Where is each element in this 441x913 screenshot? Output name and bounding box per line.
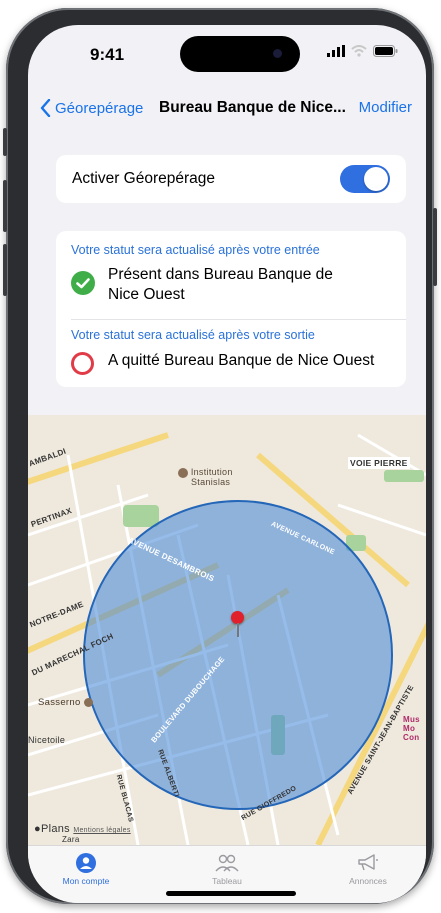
legal-link[interactable]: Mentions légales bbox=[73, 827, 130, 834]
phone-frame: 9:41 Géorepérage Bureau Banque de Nice..… bbox=[3, 8, 437, 904]
plans-label: Plans bbox=[40, 823, 70, 835]
back-label: Géorepérage bbox=[55, 99, 144, 117]
geofence-toggle-label: Activer Géorepérage bbox=[72, 170, 216, 187]
map-label-museum: Mus Mo Con bbox=[403, 715, 420, 742]
tab-label-mon-compte: Mon compte bbox=[62, 876, 110, 886]
map-label-voie-pierre: VOIE PIERRE bbox=[348, 457, 410, 469]
geofence-toggle-switch[interactable] bbox=[340, 165, 390, 193]
map-label-zara: Zara bbox=[62, 835, 80, 844]
chevron-left-icon bbox=[40, 99, 51, 117]
people-icon bbox=[215, 854, 239, 872]
volume-down-button bbox=[3, 244, 7, 296]
checkmark-circle-icon bbox=[71, 271, 95, 295]
battery-icon bbox=[373, 45, 398, 57]
megaphone-icon bbox=[358, 854, 378, 871]
map-attribution: ●Plans Mentions légales bbox=[34, 823, 131, 835]
status-card: Votre statut sera actualisé après votre … bbox=[56, 231, 406, 387]
screen: 9:41 Géorepérage Bureau Banque de Nice..… bbox=[28, 25, 426, 903]
wifi-icon bbox=[351, 45, 367, 57]
ring-icon bbox=[71, 352, 94, 375]
institution-line2: Stanislas bbox=[191, 477, 231, 487]
toggle-knob bbox=[364, 167, 388, 191]
status-icons bbox=[327, 45, 398, 57]
map-label-sasserno: Sasserno bbox=[38, 697, 93, 708]
tab-tableau[interactable]: Tableau bbox=[177, 852, 277, 886]
navigation-bar: Géorepérage Bureau Banque de Nice... Mod… bbox=[28, 95, 426, 123]
edit-button[interactable]: Modifier bbox=[359, 99, 412, 116]
status-time: 9:41 bbox=[90, 45, 125, 64]
exit-status-text: A quitté Bureau Banque de Nice Ouest bbox=[108, 352, 375, 369]
apple-logo-icon: ● bbox=[34, 823, 41, 835]
map-label-nicetoile: Nicetoile bbox=[28, 735, 66, 745]
signal-icon bbox=[327, 45, 345, 57]
divider bbox=[71, 319, 406, 320]
volume-up-button bbox=[3, 180, 7, 232]
entry-status-line1: Présent dans Bureau Banque de bbox=[108, 266, 333, 283]
back-button[interactable]: Géorepérage bbox=[40, 99, 143, 117]
page-title: Bureau Banque de Nice... bbox=[159, 99, 346, 116]
exit-caption: Votre statut sera actualisé après votre … bbox=[71, 328, 315, 342]
sasserno-text: Sasserno bbox=[38, 697, 81, 708]
tab-label-annonces: Annonces bbox=[349, 876, 387, 886]
person-icon bbox=[76, 853, 96, 873]
tab-annonces[interactable]: Annonces bbox=[318, 852, 418, 886]
power-button bbox=[433, 208, 437, 286]
tab-label-tableau: Tableau bbox=[212, 876, 242, 886]
tab-mon-compte[interactable]: Mon compte bbox=[36, 852, 136, 886]
entry-status-line2: Nice Ouest bbox=[108, 286, 185, 303]
entry-caption: Votre statut sera actualisé après votre … bbox=[71, 243, 320, 257]
institution-line1: Institution bbox=[190, 467, 233, 477]
home-indicator[interactable] bbox=[166, 891, 296, 896]
dynamic-island bbox=[180, 36, 300, 72]
action-button bbox=[3, 128, 7, 156]
camera-dot bbox=[273, 49, 282, 58]
geofence-map[interactable]: Institution Stanislas AMBALDI PERTINAX N… bbox=[28, 415, 426, 845]
location-pin-icon[interactable] bbox=[231, 611, 245, 643]
geofence-toggle-card: Activer Géorepérage bbox=[56, 155, 406, 203]
